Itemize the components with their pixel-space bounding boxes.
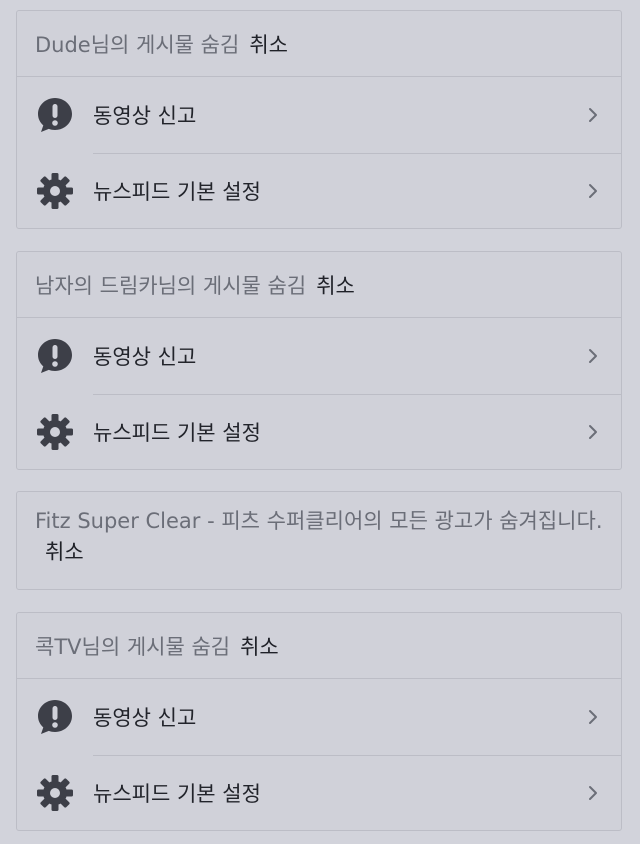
chevron-right-icon [583,183,603,199]
exclamation-bubble-icon [35,95,75,135]
newsfeed-preferences-row[interactable]: 뉴스피드 기본 설정 [17,394,621,469]
hidden-post-card-dreamcar: 남자의 드림카님의 게시물 숨김 취소 동영상 신고 뉴스피드 기본 설정 [16,251,622,470]
card-header: Dude님의 게시물 숨김 취소 [17,11,621,77]
hidden-ads-notice-card: Fitz Super Clear - 피츠 수퍼클리어의 모든 광고가 숨겨집니… [16,491,622,590]
hidden-ads-message: Fitz Super Clear - 피츠 수퍼클리어의 모든 광고가 숨겨집니… [35,509,603,533]
row-label: 동영상 신고 [93,104,197,128]
chevron-right-icon [583,107,603,123]
gear-icon [35,412,75,452]
chevron-right-icon [583,348,603,364]
row-label: 뉴스피드 기본 설정 [93,180,261,204]
exclamation-bubble-icon [35,336,75,376]
chevron-right-icon [583,785,603,801]
row-label: 뉴스피드 기본 설정 [93,782,261,806]
row-label: 동영상 신고 [93,345,197,369]
newsfeed-preferences-row[interactable]: 뉴스피드 기본 설정 [17,755,621,830]
undo-link[interactable]: 취소 [249,29,288,59]
hidden-post-message: 콕TV님의 게시물 숨김 [35,634,231,659]
row-label: 동영상 신고 [93,706,197,730]
report-video-row[interactable]: 동영상 신고 [17,679,621,755]
card-header: 남자의 드림카님의 게시물 숨김 취소 [17,252,621,318]
gear-icon [35,773,75,813]
undo-link[interactable]: 취소 [316,270,355,300]
report-video-row[interactable]: 동영상 신고 [17,77,621,153]
undo-link[interactable]: 취소 [240,631,279,661]
exclamation-bubble-icon [35,697,75,737]
card-header: 콕TV님의 게시물 숨김 취소 [17,613,621,679]
chevron-right-icon [583,709,603,725]
hidden-post-message: 남자의 드림카님의 게시물 숨김 [35,273,307,298]
newsfeed-preferences-row[interactable]: 뉴스피드 기본 설정 [17,153,621,228]
hidden-post-card-koktv: 콕TV님의 게시물 숨김 취소 동영상 신고 뉴스피드 기본 설정 [16,612,622,831]
hidden-post-card-dude: Dude님의 게시물 숨김 취소 동영상 신고 뉴스피드 기본 설정 [16,10,622,229]
hidden-post-message: Dude님의 게시물 숨김 [35,32,240,57]
chevron-right-icon [583,424,603,440]
gear-icon [35,171,75,211]
report-video-row[interactable]: 동영상 신고 [17,318,621,394]
undo-link[interactable]: 취소 [45,540,84,564]
row-label: 뉴스피드 기본 설정 [93,421,261,445]
